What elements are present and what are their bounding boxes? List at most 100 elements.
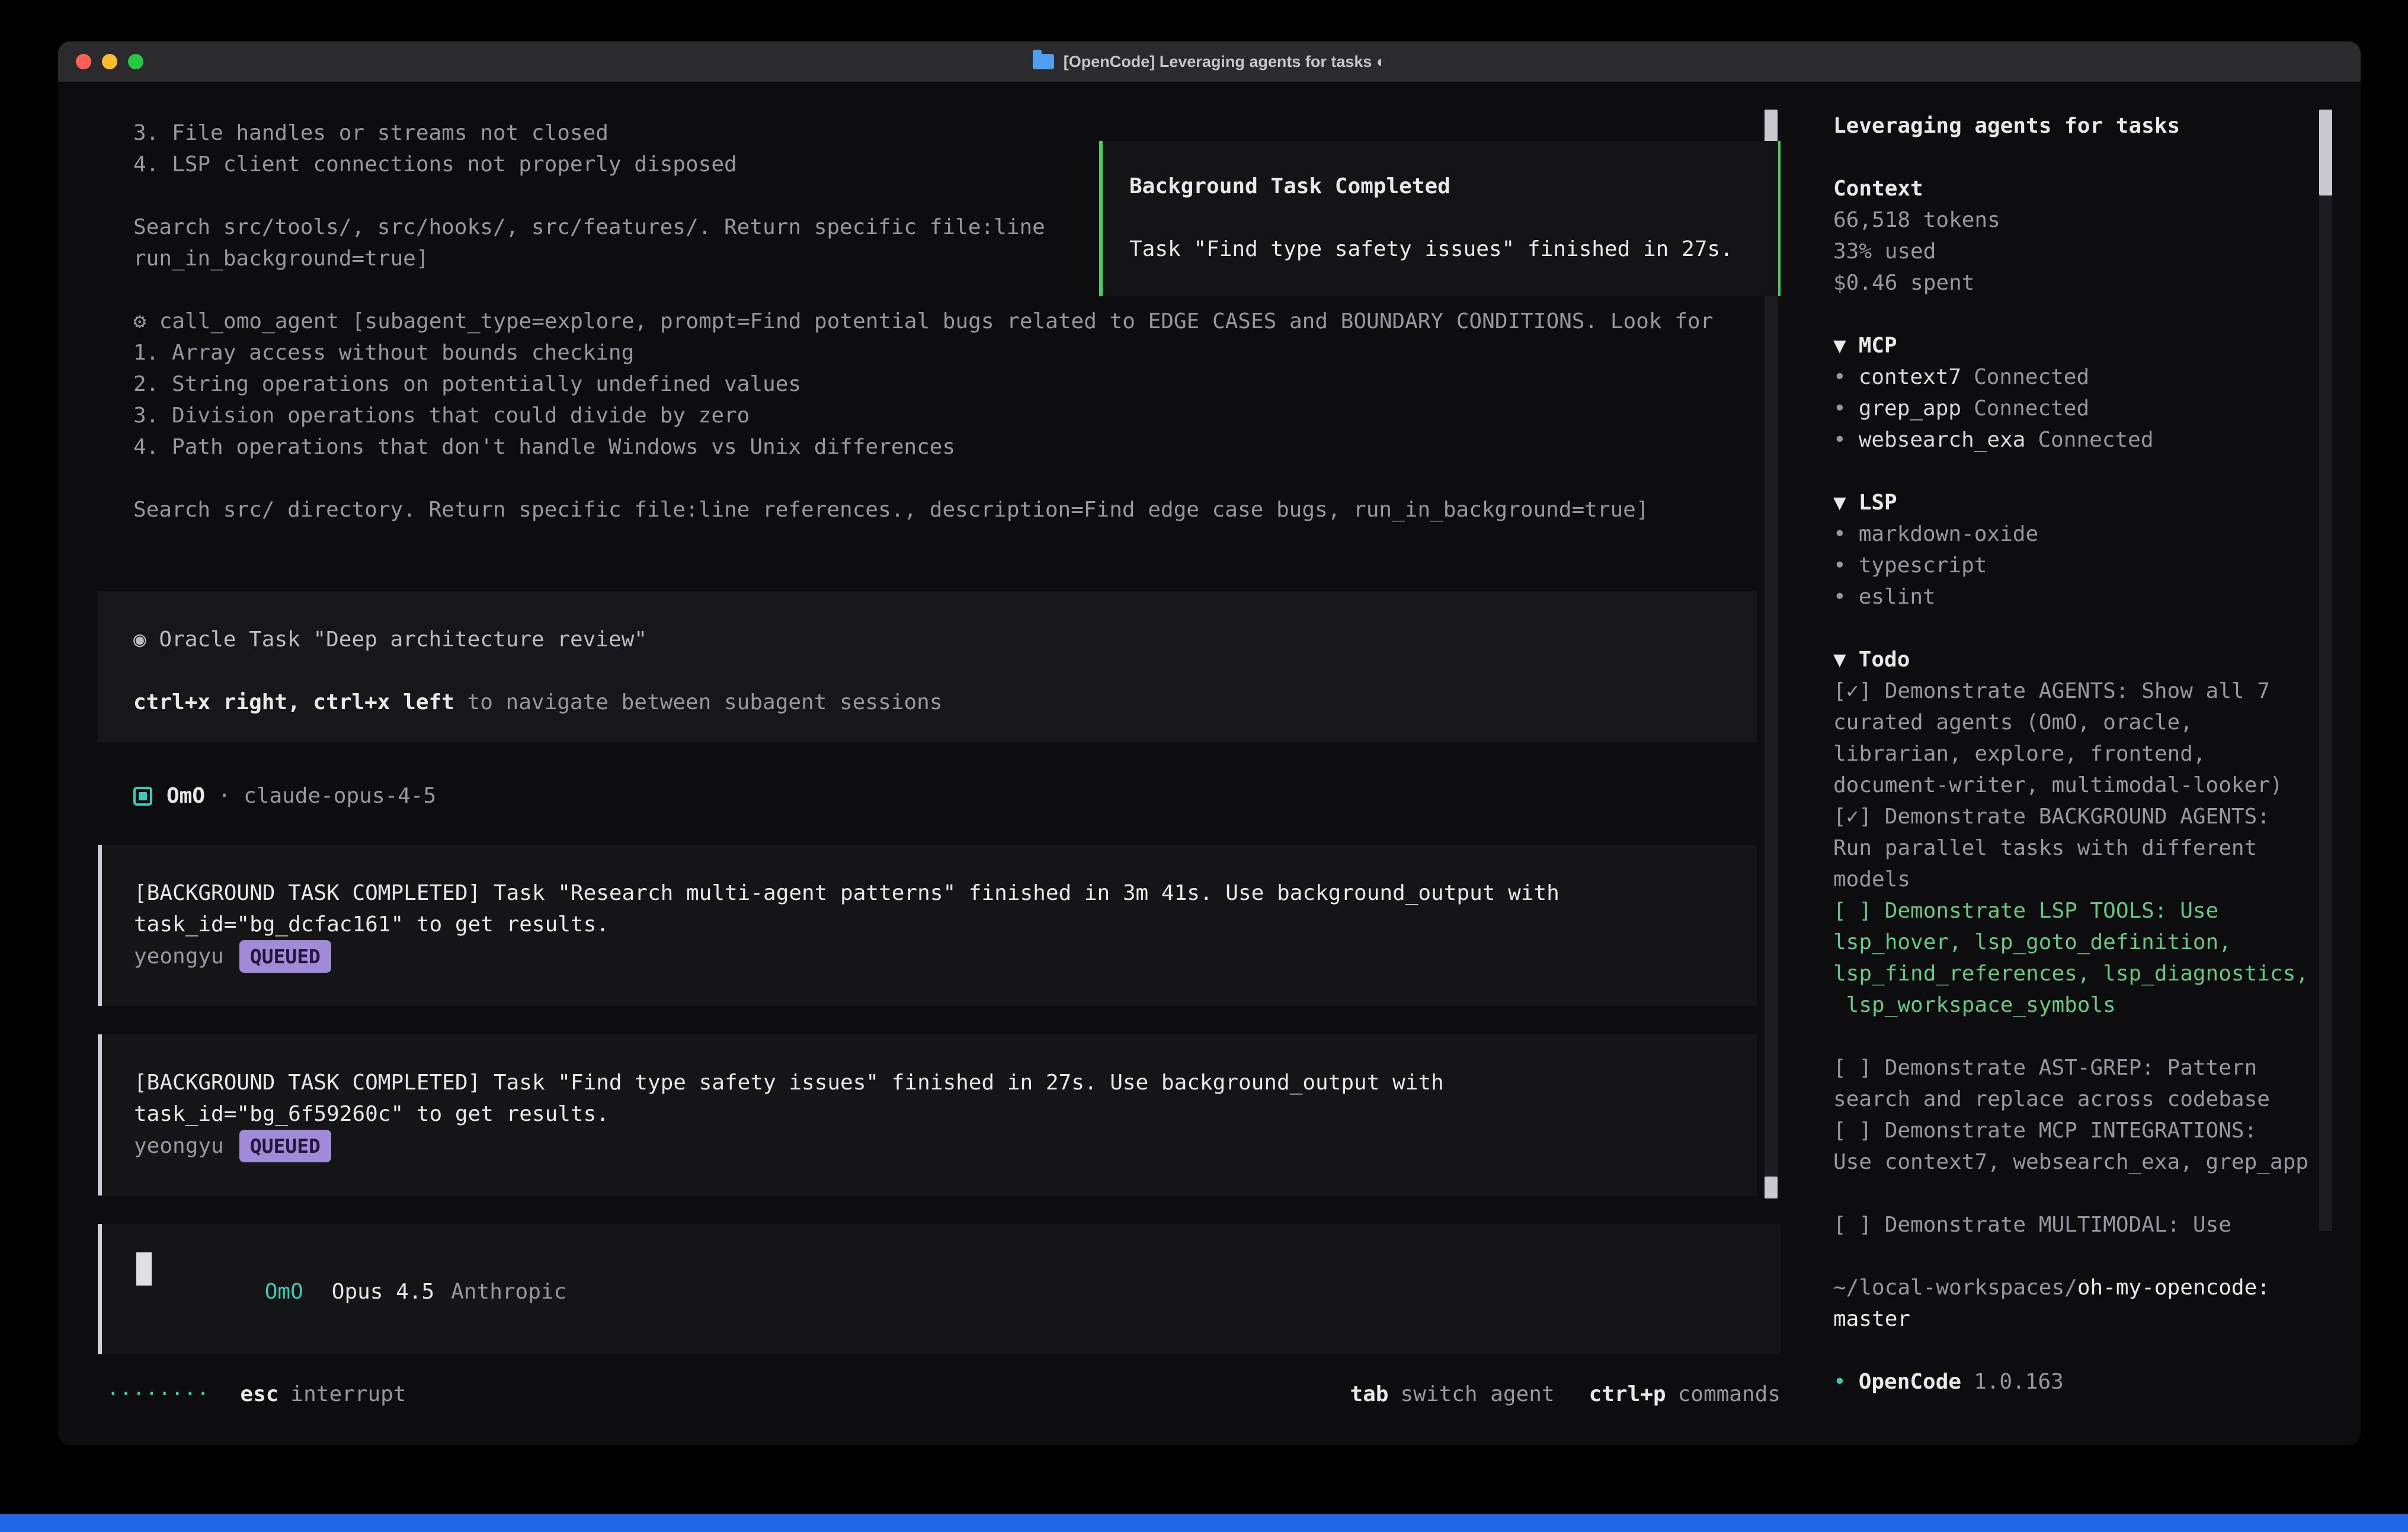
window-title-text: [OpenCode] Leveraging agents for tasks ◐ xyxy=(1064,53,1386,71)
context-heading: Context xyxy=(1833,173,2317,204)
oracle-spacer xyxy=(133,655,1757,687)
oracle-hint-keys: ctrl+x right, ctrl+x left xyxy=(133,690,454,714)
tool-call-header-text: call_omo_agent [subagent_type=explore, p… xyxy=(159,309,1714,334)
workspace-path: ~/local-workspaces/oh-my-opencode: xyxy=(1833,1272,2317,1303)
todo-line-pending: Use context7, websearch_exa, grep_app xyxy=(1833,1146,2317,1178)
agent-separator xyxy=(205,780,218,812)
agent-model: claude-opus-4-5 xyxy=(244,780,436,812)
message-line: task_id="bg_6f59260c" to get results. xyxy=(134,1098,1757,1130)
ctrlp-key-hint: ctrl+p xyxy=(1589,1379,1666,1410)
message-line: [BACKGROUND TASK COMPLETED] Task "Resear… xyxy=(134,877,1757,909)
input-model-name: Opus 4.5 xyxy=(332,1280,434,1304)
titlebar[interactable]: [OpenCode] Leveraging agents for tasks ◐ xyxy=(58,41,2361,83)
app-name: OpenCode xyxy=(1859,1370,1961,1394)
minimize-window-button[interactable] xyxy=(102,54,117,69)
lsp-section-heading[interactable]: ▼ LSP xyxy=(1833,487,2317,518)
agent-name: OmO xyxy=(166,780,205,812)
window-controls xyxy=(76,41,143,82)
mcp-item-status: Connected xyxy=(2038,428,2153,452)
todo-line-pending: [ ] Demonstrate AST-GREP: Pattern xyxy=(1833,1052,2317,1084)
version-line: • OpenCode 1.0.163 xyxy=(1833,1366,2317,1398)
workspace-path-prefix: ~/local-workspaces/ xyxy=(1833,1275,2077,1300)
oracle-task-title-line: ◉ Oracle Task "Deep architecture review" xyxy=(133,624,1757,655)
todo-line-pending: search and replace across codebase xyxy=(1833,1084,2317,1115)
agent-model-sep xyxy=(230,780,244,812)
tool-call-line: 1. Array access without bounds checking xyxy=(133,337,1713,368)
chevron-down-icon: ▼ xyxy=(1833,334,1846,358)
todo-heading-label: Todo xyxy=(1859,648,1910,672)
mcp-item-name: websearch_exa xyxy=(1859,428,2026,452)
mcp-item-name: grep_app xyxy=(1859,396,1961,421)
bullet-icon: • xyxy=(1833,365,1846,389)
lsp-item: •markdown-oxide xyxy=(1833,518,2317,550)
gear-icon: ⚙ xyxy=(133,309,146,334)
bullet-icon: • xyxy=(1833,428,1846,452)
tool-call-block: ⚙ call_omo_agent [subagent_type=explore, … xyxy=(133,306,1713,525)
tool-call-line: 3. Division operations that could divide… xyxy=(133,400,1713,431)
sidebar-session-title: Leveraging agents for tasks xyxy=(1833,110,2317,142)
queued-badge: QUEUED xyxy=(239,940,331,973)
todo-line-done: models xyxy=(1833,864,2317,895)
oracle-hint-text: to navigate between subagent sessions xyxy=(454,690,943,714)
tool-call-header: ⚙ call_omo_agent [subagent_type=explore, … xyxy=(133,306,1713,337)
sidebar-scrollbar-track[interactable] xyxy=(2319,194,2332,1231)
bullet-icon: • xyxy=(1833,1370,1846,1394)
app-version: 1.0.163 xyxy=(1974,1370,2064,1394)
sidebar-scrollbar-thumb[interactable] xyxy=(2319,110,2332,195)
input-footer: OmO Opus 4.5 Anthropic xyxy=(136,1245,566,1339)
mcp-item: • websearch_exa Connected xyxy=(1833,424,2317,456)
todo-line-active: lsp_hover, lsp_goto_definition, xyxy=(1833,927,2317,958)
terminal-line: Search src/tools/, src/hooks/, src/featu… xyxy=(133,211,1045,243)
spinner-dots-icon: ········ xyxy=(107,1379,209,1410)
zoom-window-button[interactable] xyxy=(128,54,143,69)
context-spent: $0.46 spent xyxy=(1833,267,2317,299)
agent-checkbox-fill xyxy=(139,792,147,800)
message-block: [BACKGROUND TASK COMPLETED] Task "Find t… xyxy=(98,1034,1757,1196)
agent-checkbox-icon xyxy=(133,787,152,806)
bullet-icon: • xyxy=(1833,553,1846,578)
close-window-button[interactable] xyxy=(76,54,91,69)
tab-key-label: switch agent xyxy=(1400,1379,1554,1410)
message-author: yeongyu xyxy=(134,944,224,969)
todo-line-active: lsp_workspace_symbols xyxy=(1833,989,2317,1021)
message-author: yeongyu xyxy=(134,1134,224,1158)
workspace-path-name: oh-my-opencode: xyxy=(2077,1275,2270,1300)
folder-icon xyxy=(1033,54,1054,69)
todo-section-heading[interactable]: ▼ Todo xyxy=(1833,644,2317,675)
mcp-item-status: Connected xyxy=(1974,396,2089,421)
chevron-down-icon: ▼ xyxy=(1833,648,1846,672)
lsp-item-name: typescript xyxy=(1859,553,1987,578)
lsp-item-name: eslint xyxy=(1859,585,1936,609)
context-tokens: 66,518 tokens xyxy=(1833,204,2317,236)
oracle-task-panel[interactable]: ◉ Oracle Task "Deep architecture review"… xyxy=(98,591,1757,742)
todo-line-done: [✓] Demonstrate AGENTS: Show all 7 xyxy=(1833,675,2317,707)
todo-line-done: curated agents (OmO, oracle, xyxy=(1833,707,2317,738)
todo-line-done: document-writer, multimodal-looker) xyxy=(1833,770,2317,801)
tab-key-hint: tab xyxy=(1350,1379,1388,1410)
todo-line-active: lsp_find_references, lsp_diagnostics, xyxy=(1833,958,2317,989)
window-title: [OpenCode] Leveraging agents for tasks ◐ xyxy=(1033,53,1386,71)
message-line: task_id="bg_dcfac161" to get results. xyxy=(134,909,1757,940)
toast-message: Task "Find type safety issues" finished … xyxy=(1129,233,1751,265)
message-block: [BACKGROUND TASK COMPLETED] Task "Resear… xyxy=(98,845,1757,1006)
todo-line-pending: [ ] Demonstrate MULTIMODAL: Use xyxy=(1833,1209,2317,1241)
lsp-heading-label: LSP xyxy=(1859,491,1897,515)
scrollback: 3. File handles or streams not closed 4.… xyxy=(133,117,1045,274)
prompt-input[interactable]: OmO Opus 4.5 Anthropic xyxy=(98,1224,1781,1354)
mcp-item: • grep_app Connected xyxy=(1833,393,2317,424)
oracle-task-title: Oracle Task "Deep architecture review" xyxy=(159,627,647,652)
chevron-down-icon: ▼ xyxy=(1833,491,1846,515)
toast-spacer xyxy=(1129,202,1751,233)
input-provider-name: Anthropic xyxy=(451,1280,566,1304)
lsp-item-name: markdown-oxide xyxy=(1859,522,2038,546)
todo-line-done: librarian, explore, frontend, xyxy=(1833,738,2317,770)
terminal-window: [OpenCode] Leveraging agents for tasks ◐… xyxy=(58,41,2361,1446)
bullet-icon: • xyxy=(1833,396,1846,421)
todo-line-done: Run parallel tasks with different xyxy=(1833,832,2317,864)
todo-line-active: [ ] Demonstrate LSP TOOLS: Use xyxy=(1833,895,2317,927)
input-agent-name: OmO xyxy=(265,1280,303,1304)
mcp-section-heading[interactable]: ▼ MCP xyxy=(1833,330,2317,361)
tool-call-line xyxy=(133,463,1713,494)
main-scrollbar-thumb-bottom[interactable] xyxy=(1765,1177,1778,1198)
mcp-heading-label: MCP xyxy=(1859,334,1897,358)
